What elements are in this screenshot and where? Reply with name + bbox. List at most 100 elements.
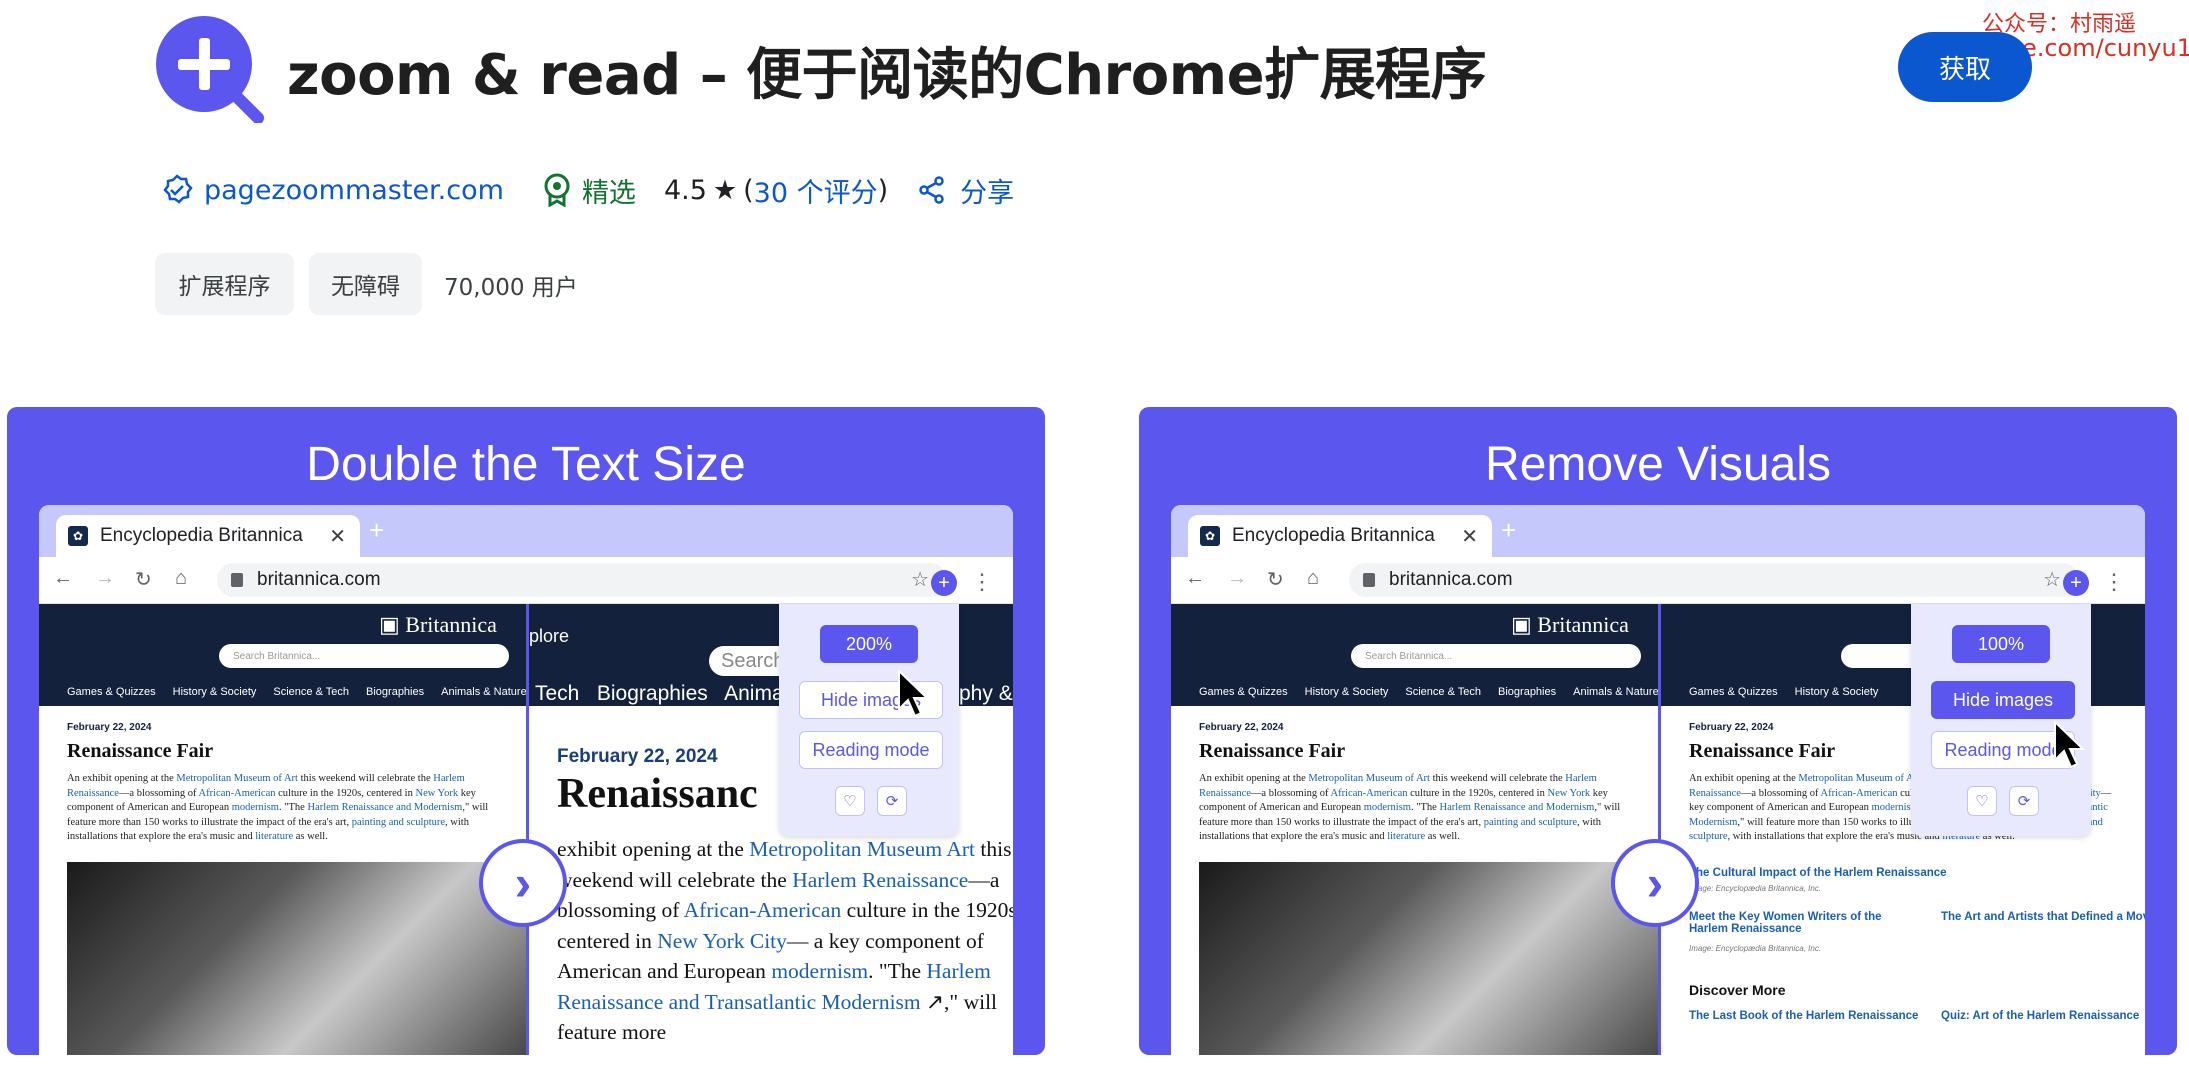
- mouse-cursor-icon: [2054, 720, 2086, 769]
- article-date: February 22, 2024: [1199, 722, 1284, 733]
- site-nav-item[interactable]: Science & Tech: [273, 686, 349, 698]
- zoomed-nav: Tech Biographies Anima: [535, 682, 784, 705]
- get-button[interactable]: 获取: [1898, 32, 2032, 102]
- address-bar[interactable]: britannica.com ☆: [1349, 563, 2079, 597]
- tab-bar: ✿ Encyclopedia Britannica ✕ +: [1171, 505, 2145, 557]
- site-nav-item[interactable]: Games & Quizzes: [1689, 686, 1778, 698]
- site-search-input[interactable]: Search Britannica...: [1351, 644, 1641, 668]
- site-header: ▣ Britannica Search Britannica... Games …: [1171, 604, 1659, 706]
- site-nav-item[interactable]: Games & Quizzes: [67, 686, 156, 698]
- browser-tab[interactable]: ✿ Encyclopedia Britannica ✕: [56, 515, 360, 557]
- page-title: zoom & read – 便于阅读的Chrome扩展程序: [287, 43, 1487, 108]
- browser-tab[interactable]: ✿ Encyclopedia Britannica ✕: [1188, 515, 1492, 557]
- browser-window: ✿ Encyclopedia Britannica ✕ + ← → ↻ ⌂ br…: [39, 505, 1013, 1055]
- rating-paren-close: ): [877, 174, 889, 206]
- site-header: ▣ Britannica Search Britannica... Games …: [39, 604, 527, 706]
- site-nav-item[interactable]: Biographies: [366, 686, 424, 698]
- zoomed-title: Renaissanc: [557, 771, 758, 817]
- verified-icon: [163, 174, 193, 204]
- reload-icon[interactable]: ↻: [1267, 567, 1284, 592]
- forward-icon[interactable]: →: [1227, 567, 1247, 590]
- card-title: Remove Visuals: [1485, 438, 1831, 491]
- compare-arrow-icon[interactable]: ›: [1611, 839, 1699, 927]
- tab-bar: ✿ Encyclopedia Britannica ✕ +: [39, 505, 1013, 557]
- bookmark-star-icon[interactable]: ☆: [911, 567, 929, 592]
- favorite-heart-icon[interactable]: ♡: [1967, 786, 1997, 816]
- zoom-level-button[interactable]: 100%: [1952, 625, 2050, 663]
- compare-arrow-icon[interactable]: ›: [479, 839, 567, 927]
- site-nav: Games & Quizzes History & Society Science …: [67, 686, 544, 698]
- toolbar: ← → ↻ ⌂ britannica.com ☆ + ⋮: [1171, 557, 2145, 604]
- share-button[interactable]: 分享: [960, 171, 1014, 210]
- forward-icon[interactable]: →: [95, 567, 115, 590]
- lock-icon: [1363, 573, 1375, 587]
- britannica-logo: ▣ Britannica: [379, 612, 497, 637]
- site-nav-item[interactable]: Biographies: [1498, 686, 1556, 698]
- screenshot-card-2[interactable]: Remove Visuals ✿ Encyclopedia Britannica…: [1139, 407, 2177, 1055]
- related-link[interactable]: Meet the Key Women Writers of the Harlem…: [1689, 911, 1919, 935]
- article-text: An exhibit opening at the Metropolitan M…: [67, 773, 489, 842]
- zoomed-explore-text: plore: [529, 626, 570, 646]
- reset-icon[interactable]: ⟳: [2009, 786, 2039, 816]
- image-credit: Image: Encyclopædia Britannica, Inc.: [1689, 884, 1822, 893]
- close-tab-icon[interactable]: ✕: [1461, 524, 1478, 549]
- site-nav-item[interactable]: Games & Quizzes: [1199, 686, 1288, 698]
- related-link[interactable]: The Art and Artists that Defined a Move: [1941, 911, 2145, 923]
- site-nav-item[interactable]: Animals & Nature: [441, 686, 527, 698]
- hide-images-button[interactable]: Hide images: [1931, 681, 2075, 719]
- related-link[interactable]: The Cultural Impact of the Harlem Renais…: [1689, 867, 1947, 879]
- site-nav-item[interactable]: Animals & Nature: [1573, 686, 1659, 698]
- discover-more-heading: Discover More: [1689, 982, 1786, 998]
- url-text: britannica.com: [1389, 569, 1513, 590]
- rating-value: 4.5: [663, 174, 707, 206]
- article-date: February 22, 2024: [67, 722, 152, 733]
- article-photo: [1199, 862, 1659, 1055]
- reload-icon[interactable]: ↻: [135, 567, 152, 592]
- site-nav-item[interactable]: History & Society: [1795, 686, 1879, 698]
- close-tab-icon[interactable]: ✕: [329, 524, 346, 549]
- reset-icon[interactable]: ⟳: [877, 786, 907, 816]
- publisher-link[interactable]: pagezoommaster.com: [204, 175, 504, 206]
- zoom-level-button[interactable]: 200%: [820, 625, 918, 663]
- zoom-app-icon: [156, 16, 264, 123]
- url-text: britannica.com: [257, 569, 381, 590]
- site-nav-item[interactable]: Science & Tech: [1405, 686, 1481, 698]
- article-title: Renaissance Fair: [67, 740, 214, 762]
- tab-title: Encyclopedia Britannica: [100, 525, 303, 546]
- related-link[interactable]: Quiz: Art of the Harlem Renaissance: [1941, 1010, 2139, 1022]
- zoom-extension-icon[interactable]: +: [2063, 570, 2089, 596]
- meta-row: pagezoommaster.com 精选 4.5 ★ ( 30 个评分 ) 分…: [160, 168, 1014, 212]
- home-icon[interactable]: ⌂: [1307, 567, 1319, 590]
- new-tab-icon[interactable]: +: [1501, 515, 1516, 546]
- toolbar: ← → ↻ ⌂ britannica.com ☆ + ⋮: [39, 557, 1013, 604]
- site-search-input[interactable]: Search Britannica...: [219, 644, 509, 668]
- share-icon[interactable]: [918, 176, 946, 204]
- favorite-heart-icon[interactable]: ♡: [835, 786, 865, 816]
- chip-extension[interactable]: 扩展程序: [155, 253, 294, 315]
- browser-menu-icon[interactable]: ⋮: [2103, 569, 2125, 595]
- back-icon[interactable]: ←: [53, 567, 73, 590]
- reading-mode-button[interactable]: Reading mode: [799, 731, 943, 769]
- article-text: An exhibit opening at the Metropolitan M…: [1199, 773, 1621, 842]
- britannica-favicon-icon: ✿: [68, 526, 88, 546]
- zoom-extension-icon[interactable]: +: [931, 570, 957, 596]
- screenshot-card-1[interactable]: Double the Text Size ✿ Encyclopedia Brit…: [7, 407, 1045, 1055]
- site-nav: Games & Quizzes History & Society Science …: [1199, 686, 1676, 698]
- chip-accessibility[interactable]: 无障碍: [309, 253, 422, 315]
- back-icon[interactable]: ←: [1185, 567, 1205, 590]
- browser-menu-icon[interactable]: ⋮: [971, 569, 993, 595]
- site-nav-item[interactable]: History & Society: [173, 686, 257, 698]
- site-nav-item[interactable]: History & Society: [1305, 686, 1389, 698]
- address-bar[interactable]: britannica.com ☆: [217, 563, 947, 597]
- lock-icon: [231, 573, 243, 587]
- zoomed-date: February 22, 2024: [557, 746, 718, 767]
- related-link[interactable]: The Last Book of the Harlem Renaissance: [1689, 1010, 1918, 1022]
- reviews-link[interactable]: 30 个评分: [754, 171, 878, 210]
- britannica-favicon-icon: ✿: [1200, 526, 1220, 546]
- mouse-cursor-icon: [898, 669, 930, 718]
- new-tab-icon[interactable]: +: [369, 515, 384, 546]
- bookmark-star-icon[interactable]: ☆: [2043, 567, 2061, 592]
- home-icon[interactable]: ⌂: [175, 567, 187, 590]
- zoomed-nav-tail: phy &: [959, 682, 1013, 705]
- tab-title: Encyclopedia Britannica: [1232, 525, 1435, 546]
